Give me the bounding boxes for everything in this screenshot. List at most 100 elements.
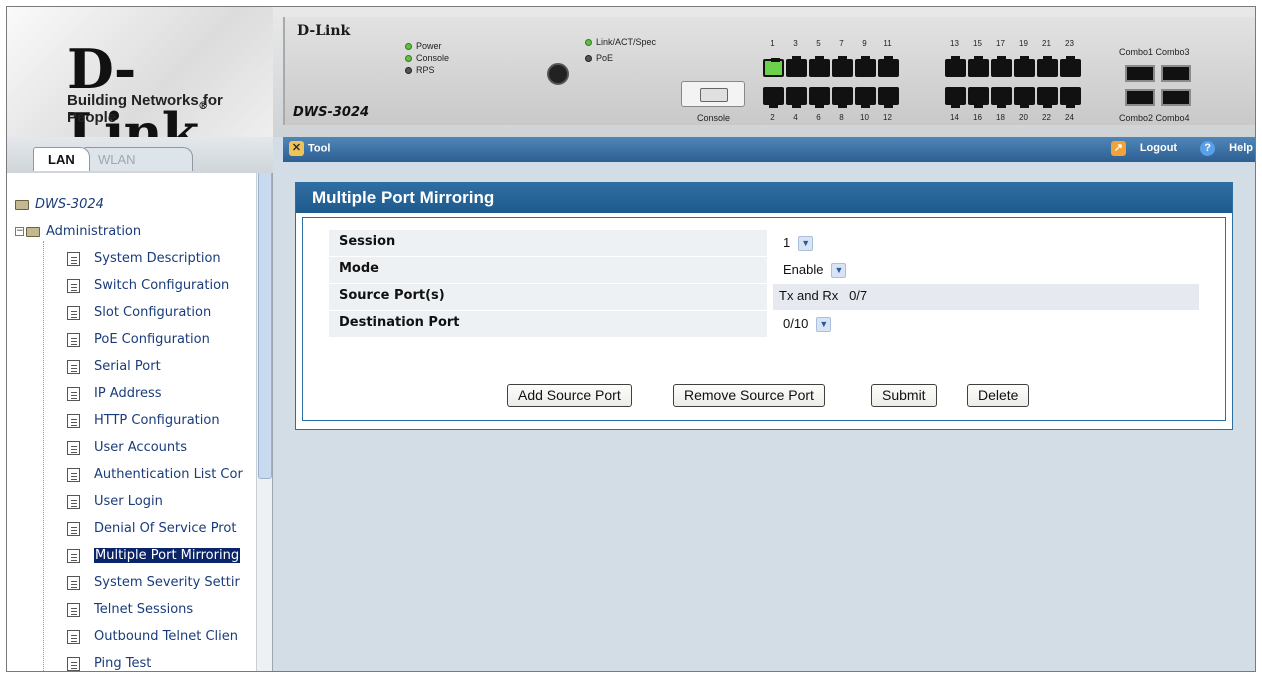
document-icon (67, 602, 80, 617)
sidebar-item-http-configuration[interactable]: HTTP Configuration (67, 413, 220, 428)
sidebar-item-outbound-telnet[interactable]: Outbound Telnet Clien (67, 629, 238, 644)
led-power: Power (405, 41, 442, 51)
document-icon (67, 413, 80, 428)
tab-bar: LAN WLAN (7, 137, 273, 173)
document-icon (67, 386, 80, 401)
device-model: DWS-3024 (293, 105, 370, 120)
port-icon (991, 87, 1012, 108)
delete-button[interactable]: Delete (967, 384, 1030, 407)
panel-body: Session 1 ▼ Mode Enable ▼ Source Port(s) T… (302, 217, 1226, 421)
led-poe: PoE (585, 53, 613, 63)
folder-open-icon (26, 226, 40, 237)
document-icon (67, 440, 80, 455)
chevron-down-icon[interactable]: ▼ (816, 317, 832, 333)
port-numbers-bottom: 2 4 6 8 10 12 (770, 113, 892, 122)
destination-port-select[interactable]: 0/10 ▼ (773, 311, 1199, 337)
tree-root[interactable]: DWS-3024 (15, 197, 104, 212)
document-icon (67, 575, 80, 590)
sidebar-item-system-description[interactable]: System Description (67, 251, 221, 266)
port-icon (968, 87, 989, 108)
mode-select[interactable]: Enable ▼ (773, 257, 1199, 283)
document-icon (67, 656, 80, 671)
led-icon (405, 55, 412, 63)
session-label: Session (329, 230, 767, 256)
header: D-Link® Building Networks for People D-L… (7, 7, 1255, 165)
tree-node-administration[interactable]: − Administration (15, 224, 141, 239)
led-console: Console (405, 53, 449, 63)
port-icon (786, 87, 807, 108)
port-icon (832, 56, 853, 77)
tab-lan[interactable]: LAN (33, 147, 90, 171)
port-icon (1037, 87, 1058, 108)
port-icon (945, 87, 966, 108)
row-source-ports: Source Port(s) Tx and Rx 0/7 (329, 284, 1199, 310)
document-icon (67, 359, 80, 374)
led-icon (585, 55, 592, 63)
submit-button[interactable]: Submit (871, 384, 937, 407)
sidebar-item-ping-test[interactable]: Ping Test (67, 656, 151, 671)
combo-label-bottom: Combo2 Combo4 (1119, 113, 1190, 123)
port-icon (832, 87, 853, 108)
brand-tagline: Building Networks for People (67, 92, 223, 126)
document-icon (67, 251, 80, 266)
sidebar-item-user-login[interactable]: User Login (67, 494, 163, 509)
help-icon: ? (1200, 141, 1216, 156)
row-session: Session 1 ▼ (329, 230, 1199, 256)
chevron-down-icon[interactable]: ▼ (831, 263, 847, 279)
port-icon (809, 56, 830, 77)
led-icon (405, 43, 412, 51)
sidebar-item-poe-configuration[interactable]: PoE Configuration (67, 332, 210, 347)
port-icon (878, 87, 899, 108)
sfp-port-icon (1161, 65, 1191, 82)
document-icon (67, 305, 80, 320)
tool-menu[interactable]: ✕ Tool (289, 141, 330, 156)
app-window: D-Link® Building Networks for People D-L… (6, 6, 1256, 672)
tree-connector (43, 241, 44, 671)
document-icon (67, 332, 80, 347)
sfp-port-icon (1125, 65, 1155, 82)
sidebar-item-switch-configuration[interactable]: Switch Configuration (67, 278, 229, 293)
logout-button[interactable]: ↗ Logout (1101, 141, 1177, 156)
port-icon (855, 56, 876, 77)
port-icon (945, 56, 966, 77)
mirroring-panel: Multiple Port Mirroring Session 1 ▼ Mode … (295, 182, 1233, 430)
sidebar-item-slot-configuration[interactable]: Slot Configuration (67, 305, 211, 320)
brand-area: D-Link® Building Networks for People (7, 7, 273, 165)
sidebar-item-multiple-port-mirroring[interactable]: Multiple Port Mirroring (67, 548, 241, 563)
sidebar-scrollbar[interactable]: ▲ (256, 173, 272, 671)
scrollbar-thumb[interactable] (258, 173, 272, 479)
port-icon (1060, 87, 1081, 108)
help-button[interactable]: ? Help (1190, 141, 1253, 156)
mode-label: Mode (329, 257, 767, 283)
port-icon (1037, 56, 1058, 77)
folder-icon (15, 199, 29, 210)
collapse-icon[interactable]: − (15, 227, 24, 236)
sidebar-item-telnet-sessions[interactable]: Telnet Sessions (67, 602, 193, 617)
add-source-port-button[interactable]: Add Source Port (507, 384, 632, 407)
document-icon (67, 278, 80, 293)
sidebar-item-system-severity[interactable]: System Severity Settir (67, 575, 240, 590)
source-ports-label: Source Port(s) (329, 284, 767, 310)
source-ports-value: Tx and Rx 0/7 (773, 284, 1199, 310)
sidebar-item-serial-port[interactable]: Serial Port (67, 359, 161, 374)
remove-source-port-button[interactable]: Remove Source Port (673, 384, 825, 407)
console-label: Console (697, 113, 731, 123)
led-rps: RPS (405, 65, 435, 75)
reset-knob-icon (547, 63, 569, 85)
sidebar-item-user-accounts[interactable]: User Accounts (67, 440, 187, 455)
main-content: Multiple Port Mirroring Session 1 ▼ Mode … (283, 162, 1255, 671)
session-select[interactable]: 1 ▼ (773, 230, 1199, 256)
sidebar-item-authentication-list[interactable]: Authentication List Cor (67, 467, 243, 482)
port-icon (878, 56, 899, 77)
sidebar-tree: DWS-3024 − Administration System Descript… (7, 173, 273, 671)
tab-wlan[interactable]: WLAN (83, 147, 193, 171)
chevron-down-icon[interactable]: ▼ (798, 236, 814, 252)
destination-port-label: Destination Port (329, 311, 767, 337)
page-title: Multiple Port Mirroring (296, 183, 1232, 213)
port-icon (809, 87, 830, 108)
device-logo: D-Link (297, 23, 351, 39)
sidebar-item-ip-address[interactable]: IP Address (67, 386, 162, 401)
sidebar-item-denial-of-service[interactable]: Denial Of Service Prot (67, 521, 236, 536)
port-numbers-top-2: 13 15 17 19 21 23 (950, 39, 1074, 48)
port-numbers-top: 1 3 5 7 9 11 (770, 39, 892, 48)
